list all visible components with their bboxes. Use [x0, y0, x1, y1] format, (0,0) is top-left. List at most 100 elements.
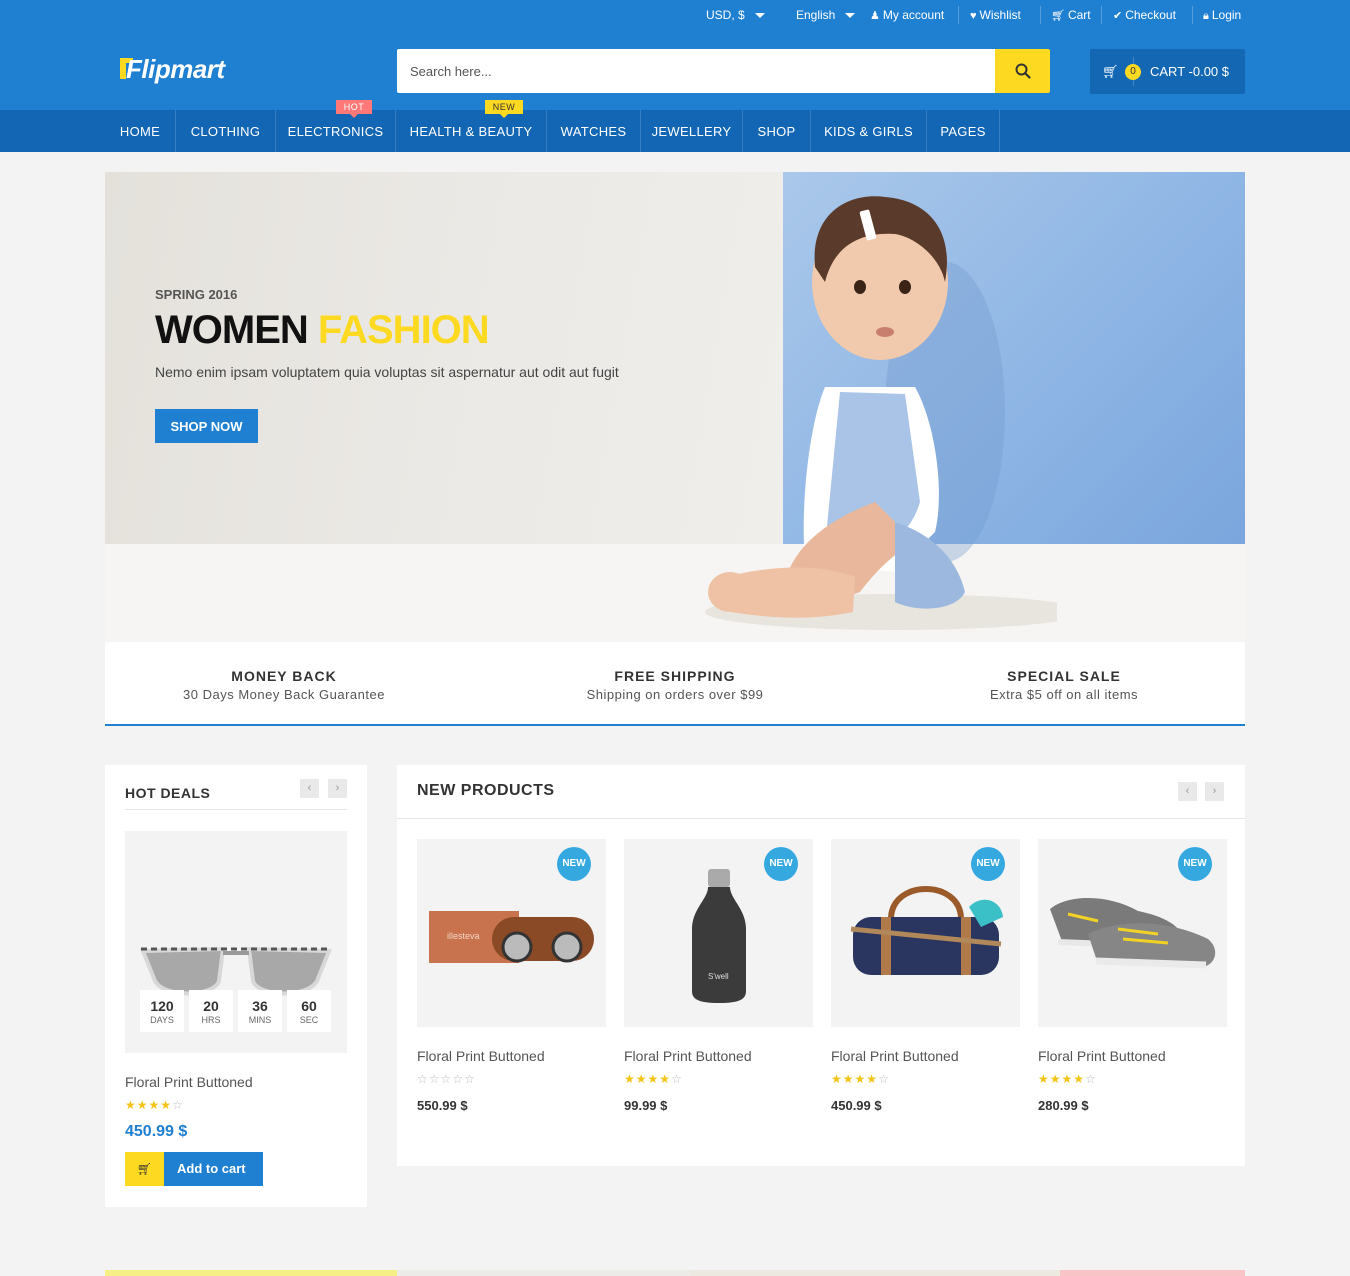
star-empty-icon: ☆	[1085, 1072, 1097, 1086]
divider	[1192, 6, 1193, 24]
checkout-link[interactable]: ✔ Checkout	[1113, 8, 1176, 22]
star-empty-icon: ☆	[878, 1072, 890, 1086]
login-link[interactable]: 🔒︎ Login	[1203, 8, 1241, 23]
divider	[958, 6, 959, 24]
cart-icon: 🛒︎	[125, 1152, 164, 1186]
new-badge: NEW	[764, 847, 798, 881]
star-empty-icon: ☆	[671, 1072, 683, 1086]
prev-arrow-button[interactable]: ‹	[300, 779, 319, 798]
cart-link[interactable]: 🛒︎ Cart	[1051, 8, 1091, 22]
star-filled-icon: ★	[831, 1072, 843, 1086]
nav-pages[interactable]: PAGES	[927, 110, 1000, 152]
product-price: 450.99 $	[125, 1123, 188, 1140]
star-filled-icon: ★	[647, 1072, 660, 1086]
my-account-link[interactable]: ♟ My account	[870, 8, 944, 22]
nav-kids-girls[interactable]: KIDS & GIRLS	[811, 110, 927, 152]
search-button[interactable]	[995, 49, 1050, 93]
star-filled-icon: ★	[866, 1072, 879, 1086]
bottle-brand: S'well	[708, 972, 729, 981]
hero-banner	[105, 172, 1245, 642]
divider	[397, 818, 1245, 819]
star-filled-icon: ★	[659, 1072, 672, 1086]
star-filled-icon: ★	[148, 1098, 161, 1112]
case-brand: illesteva	[447, 931, 480, 941]
star-empty-icon: ☆	[417, 1072, 429, 1086]
product-name[interactable]: Floral Print Buttoned	[125, 1074, 253, 1090]
hot-badge: HOT	[336, 100, 372, 118]
divider	[1040, 6, 1041, 24]
star-filled-icon: ★	[842, 1072, 855, 1086]
star-empty-icon: ☆	[440, 1072, 453, 1086]
star-filled-icon: ★	[160, 1098, 173, 1112]
new-badge: NEW	[485, 100, 523, 118]
language-selector[interactable]: English	[796, 8, 856, 22]
chevron-down-icon	[754, 13, 765, 19]
user-icon: ♟	[870, 10, 880, 22]
star-filled-icon: ★	[624, 1072, 636, 1086]
star-filled-icon: ★	[1061, 1072, 1074, 1086]
product-price: 450.99 $	[831, 1098, 882, 1113]
nav-watches[interactable]: WATCHES	[547, 110, 641, 152]
star-empty-icon: ☆	[464, 1072, 476, 1086]
countdown-days: 120 DAYS	[140, 990, 184, 1032]
countdown-hours: 20 HRS	[189, 990, 233, 1032]
product-name[interactable]: Floral Print Buttoned	[417, 1048, 545, 1064]
rating-stars: ★★★★☆	[125, 1098, 184, 1112]
product-name[interactable]: Floral Print Buttoned	[831, 1048, 959, 1064]
rating-stars: ★★★★☆	[624, 1072, 683, 1086]
header-cart[interactable]: 🛒︎ 0 CART -0.00 $	[1090, 49, 1245, 94]
star-empty-icon: ☆	[428, 1072, 441, 1086]
star-filled-icon: ★	[635, 1072, 648, 1086]
rating-stars: ☆☆☆☆☆	[417, 1072, 476, 1086]
baby-photo	[705, 196, 1057, 630]
cart-total: CART -0.00 $	[1150, 64, 1230, 79]
star-filled-icon: ★	[854, 1072, 867, 1086]
nav-health-beauty[interactable]: HEALTH & BEAUTY	[396, 110, 547, 152]
wishlist-link[interactable]: ♥ Wishlist	[970, 8, 1021, 22]
heart-icon: ♥	[970, 10, 977, 22]
hero-subtext: Nemo enim ipsam voluptatem quia voluptas…	[155, 364, 619, 380]
search-input[interactable]	[397, 49, 995, 93]
next-arrow-button[interactable]: ›	[328, 779, 347, 798]
add-to-cart-button[interactable]: 🛒︎ Add to cart	[125, 1152, 263, 1186]
nav-shop[interactable]: SHOP	[743, 110, 811, 152]
currency-selector[interactable]: USD, $	[706, 8, 765, 22]
new-products-title: NEW PRODUCTS	[417, 782, 555, 799]
banner-strip	[105, 1270, 397, 1276]
banner-strip	[690, 1270, 1060, 1276]
info-box-special-sale: SPECIAL SALE Extra $5 off on all items	[989, 668, 1139, 702]
new-badge: NEW	[557, 847, 591, 881]
product-name[interactable]: Floral Print Buttoned	[624, 1048, 752, 1064]
banner-strip	[1060, 1270, 1245, 1276]
cart-icon: 🛒︎	[1102, 64, 1119, 79]
nav-home[interactable]: HOME	[105, 110, 176, 152]
new-badge: NEW	[1178, 847, 1212, 881]
countdown-seconds: 60 SEC	[287, 990, 331, 1032]
star-filled-icon: ★	[1038, 1072, 1050, 1086]
countdown-minutes: 36 MINS	[238, 990, 282, 1032]
star-empty-icon: ☆	[172, 1098, 184, 1112]
star-empty-icon: ☆	[452, 1072, 465, 1086]
hot-deals-title: HOT DEALS	[125, 785, 211, 801]
star-filled-icon: ★	[136, 1098, 149, 1112]
rating-stars: ★★★★☆	[831, 1072, 890, 1086]
hero-headline: WOMEN FASHION	[155, 308, 490, 352]
banner-strip	[397, 1270, 690, 1276]
nav-jewellery[interactable]: JEWELLERY	[641, 110, 743, 152]
product-price: 550.99 $	[417, 1098, 468, 1113]
product-price: 280.99 $	[1038, 1098, 1089, 1113]
nav-clothing[interactable]: CLOTHING	[176, 110, 276, 152]
check-icon: ✔	[1113, 10, 1123, 22]
divider	[125, 809, 347, 810]
new-badge: NEW	[971, 847, 1005, 881]
prev-arrow-button[interactable]: ‹	[1178, 782, 1197, 801]
next-arrow-button[interactable]: ›	[1205, 782, 1224, 801]
shop-now-button[interactable]: SHOP NOW	[155, 409, 258, 443]
divider	[1101, 6, 1102, 24]
rating-stars: ★★★★☆	[1038, 1072, 1097, 1086]
product-price: 99.99 $	[624, 1098, 668, 1113]
chevron-down-icon	[845, 13, 856, 19]
product-name[interactable]: Floral Print Buttoned	[1038, 1048, 1166, 1064]
hero-season: SPRING 2016	[155, 287, 238, 302]
nav-electronics[interactable]: ELECTRONICS	[276, 110, 396, 152]
